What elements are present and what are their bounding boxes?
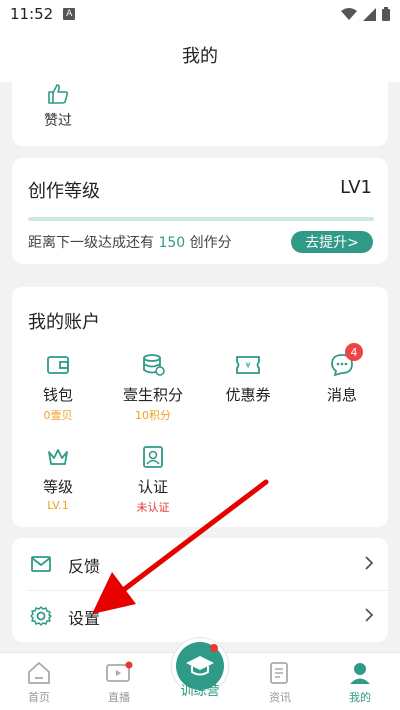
likes-entry[interactable]: 赞过 bbox=[28, 84, 88, 130]
crown-icon bbox=[48, 449, 68, 465]
wallet-balance: 0壹贝 bbox=[43, 409, 73, 422]
points-balance: 10积分 bbox=[135, 409, 171, 422]
likes-label: 赞过 bbox=[44, 113, 72, 129]
tab-profile[interactable]: 我的 bbox=[330, 661, 390, 705]
notification-icon: A bbox=[63, 8, 76, 20]
profile-icon bbox=[350, 663, 370, 684]
account-card: 我的账户 钱包 0壹贝 壹生积分 10积分 ¥ 优惠券 4 消息 等级 LV.1… bbox=[12, 287, 388, 527]
message-label: 消息 bbox=[326, 386, 357, 404]
tab-news[interactable]: 资讯 bbox=[250, 661, 310, 705]
coupon-item[interactable]: ¥ 优惠券 bbox=[208, 352, 288, 405]
wallet-item[interactable]: 钱包 0壹贝 bbox=[18, 352, 98, 423]
wallet-label: 钱包 bbox=[42, 386, 73, 404]
tab-news-label: 资讯 bbox=[269, 691, 291, 704]
level-label: 等级 bbox=[42, 478, 73, 496]
level-value: LV1 bbox=[340, 177, 372, 198]
upgrade-button[interactable]: 去提升> bbox=[291, 231, 373, 253]
level-title: 创作等级 bbox=[28, 181, 100, 202]
feedback-row[interactable]: 反馈 bbox=[12, 538, 388, 590]
certification-status: 未认证 bbox=[136, 501, 170, 514]
level-description: 距离下一级达成还有 150 创作分 bbox=[28, 232, 232, 252]
signal-icon bbox=[363, 7, 376, 21]
thumbs-up-icon bbox=[48, 84, 69, 104]
mail-icon bbox=[31, 556, 51, 572]
chevron-right-icon bbox=[365, 608, 374, 622]
tab-home-label: 首页 bbox=[28, 691, 50, 704]
creation-level-card: 创作等级 LV1 距离下一级达成还有 150 创作分 去提升> bbox=[12, 158, 388, 264]
message-item[interactable]: 4 消息 bbox=[302, 343, 382, 405]
coupon-icon: ¥ bbox=[236, 356, 260, 374]
level-sub: LV.1 bbox=[47, 499, 69, 512]
certification-label: 认证 bbox=[137, 478, 168, 496]
chevron-right-icon bbox=[365, 556, 374, 570]
gear-icon bbox=[30, 606, 52, 626]
coupon-label: 优惠券 bbox=[225, 386, 271, 404]
likes-card: 赞过 bbox=[12, 82, 388, 146]
training-camp-dot bbox=[210, 644, 218, 652]
tab-live[interactable]: 直播 bbox=[89, 661, 149, 705]
page-title: 我的 bbox=[182, 46, 218, 67]
settings-label: 设置 bbox=[68, 609, 101, 628]
settings-row[interactable]: 设置 bbox=[12, 590, 388, 642]
home-icon bbox=[28, 662, 50, 684]
tab-profile-label: 我的 bbox=[349, 691, 371, 704]
tab-home[interactable]: 首页 bbox=[9, 661, 69, 705]
graduation-cap-icon bbox=[186, 656, 214, 676]
page-header: 我的 bbox=[0, 28, 400, 82]
news-icon bbox=[270, 662, 288, 684]
message-badge: 4 bbox=[345, 343, 363, 361]
level-item[interactable]: 等级 LV.1 bbox=[18, 444, 98, 512]
wifi-icon bbox=[341, 7, 357, 20]
svg-text:¥: ¥ bbox=[245, 361, 250, 370]
points-item[interactable]: 壹生积分 10积分 bbox=[113, 352, 193, 423]
wallet-icon bbox=[47, 356, 69, 374]
battery-icon bbox=[382, 7, 390, 21]
account-title: 我的账户 bbox=[28, 312, 100, 333]
tab-live-label: 直播 bbox=[108, 691, 130, 704]
points-icon bbox=[143, 354, 165, 376]
status-bar: 11:52 A bbox=[0, 0, 400, 28]
level-desc-points: 150 bbox=[158, 235, 186, 251]
certification-item[interactable]: 认证 未认证 bbox=[113, 444, 193, 515]
points-label: 壹生积分 bbox=[122, 386, 183, 404]
live-icon bbox=[106, 661, 133, 682]
level-progress-bar bbox=[28, 217, 374, 221]
level-desc-prefix: 距离下一级达成还有 bbox=[28, 235, 154, 251]
certification-icon bbox=[143, 446, 163, 468]
tab-training-camp-label: 训练营 bbox=[180, 684, 220, 699]
feedback-label: 反馈 bbox=[68, 557, 101, 576]
status-time: 11:52 bbox=[10, 5, 54, 23]
level-desc-suffix: 创作分 bbox=[189, 235, 232, 251]
menu-card: 反馈 设置 bbox=[12, 538, 388, 642]
